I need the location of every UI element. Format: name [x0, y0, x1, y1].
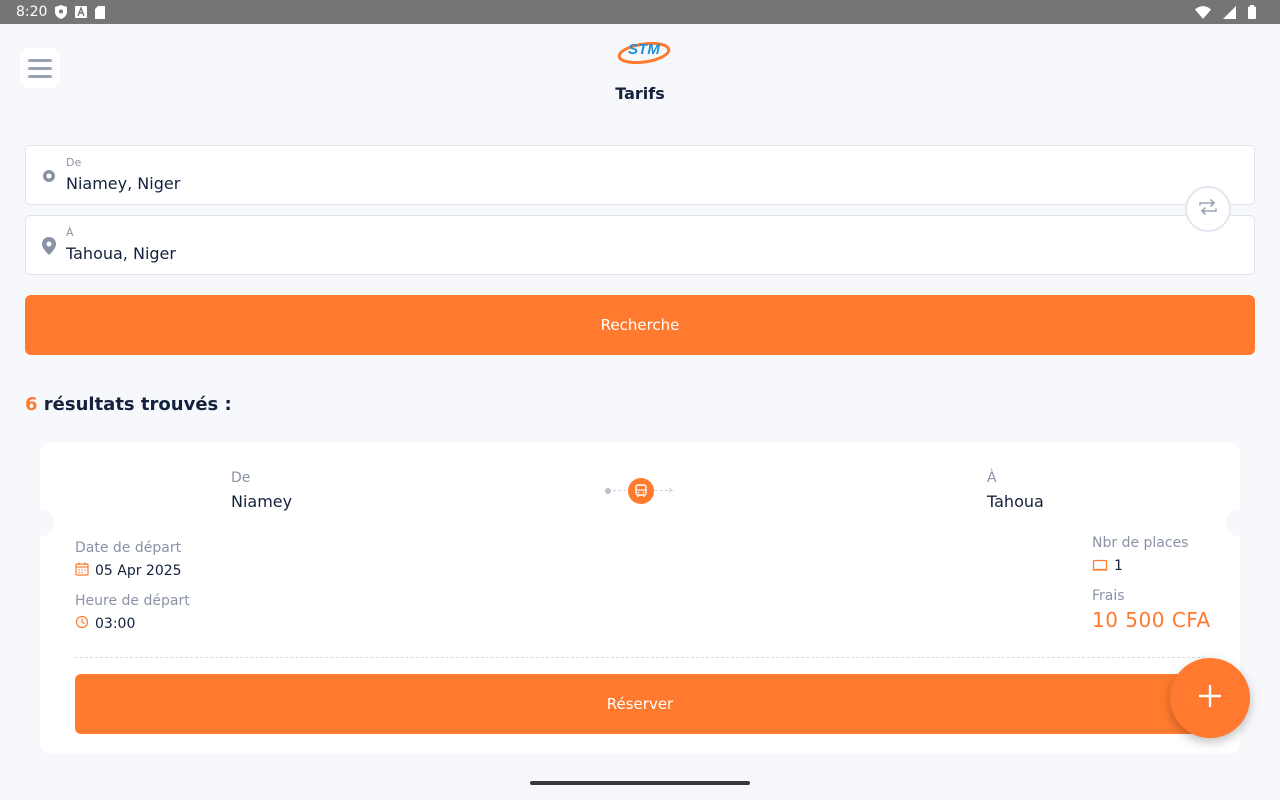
trip-card[interactable]: De Niamey › À Tahoua Date de départ 05 A…	[26, 443, 1254, 754]
from-field[interactable]: De	[25, 145, 1255, 205]
signal-icon	[1223, 5, 1236, 19]
seats-block: Nbr de places 1	[1092, 535, 1188, 575]
home-indicator[interactable]	[530, 781, 750, 785]
trip-to-label: À	[987, 470, 997, 486]
battery-icon	[1248, 5, 1256, 19]
hamburger-icon	[28, 58, 52, 62]
fee-block: Frais 10 500 CFA	[1092, 588, 1211, 632]
to-input[interactable]	[66, 244, 1166, 263]
seats-count: 1	[1114, 557, 1123, 574]
trip-from: De Niamey	[231, 470, 292, 511]
trip-to: À Tahoua	[987, 470, 1044, 511]
menu-button[interactable]	[20, 48, 60, 88]
book-button[interactable]: Réserver	[75, 674, 1205, 734]
status-bar: 8:20	[0, 0, 1280, 24]
chevron-right-icon: ›	[668, 483, 673, 496]
origin-dot-icon	[40, 166, 58, 186]
departure-time-label: Heure de départ	[75, 593, 190, 609]
from-label: De	[66, 156, 82, 169]
a-icon	[75, 6, 88, 18]
departure-time-block: Heure de départ 03:00	[75, 593, 190, 633]
swap-button[interactable]	[1185, 186, 1231, 232]
fee-label: Frais	[1092, 588, 1125, 604]
trip-from-city: Niamey	[231, 492, 293, 511]
stm-logo: STM	[616, 34, 672, 68]
add-fab-button[interactable]	[1170, 658, 1250, 738]
results-text: résultats trouvés :	[37, 394, 232, 415]
shield-icon	[55, 5, 68, 19]
route-indicator: ›	[605, 477, 675, 505]
trip-to-city: Tahoua	[987, 492, 1044, 511]
departure-date-label: Date de départ	[75, 540, 182, 556]
svg-text:STM: STM	[628, 41, 660, 58]
clock-icon	[75, 614, 89, 633]
bus-icon	[628, 478, 654, 504]
seats-label: Nbr de places	[1092, 535, 1189, 551]
trip-from-label: De	[231, 470, 251, 486]
location-pin-icon	[40, 236, 58, 256]
swap-arrows-icon	[1198, 199, 1218, 219]
card-divider	[75, 657, 1205, 658]
seat-icon	[1092, 556, 1108, 575]
to-field[interactable]: À	[25, 215, 1255, 275]
plus-icon	[1198, 684, 1222, 712]
sd-card-icon	[95, 5, 106, 19]
fee-value: 10 500 CFA	[1092, 608, 1211, 632]
results-count: 6	[25, 394, 38, 415]
to-label: À	[66, 226, 74, 239]
calendar-icon	[75, 561, 89, 580]
page-title: Tarifs	[615, 84, 665, 103]
status-time: 8:20	[16, 4, 48, 20]
search-button[interactable]: Recherche	[25, 295, 1255, 355]
departure-date-block: Date de départ 05 Apr 2025	[75, 540, 182, 580]
results-heading: 6 résultats trouvés :	[25, 394, 232, 415]
from-input[interactable]	[66, 174, 1166, 193]
departure-time: 03:00	[95, 615, 136, 632]
departure-date: 05 Apr 2025	[95, 562, 182, 579]
wifi-icon	[1195, 5, 1211, 19]
